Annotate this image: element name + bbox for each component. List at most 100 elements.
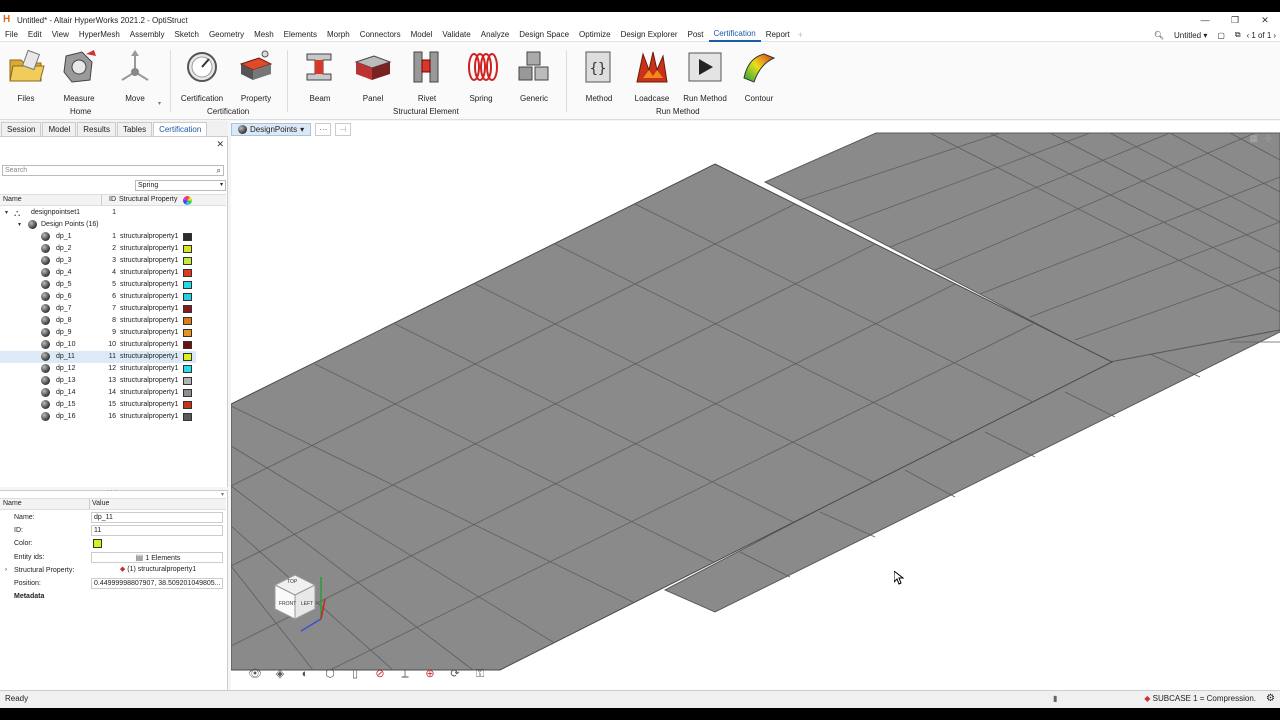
axes-icon[interactable]: ⟂ <box>395 666 415 682</box>
minimize-button[interactable]: — <box>1190 12 1220 28</box>
search-icon[interactable]: 🔍︎ <box>1149 31 1169 40</box>
design-point-row[interactable]: dp_16 16 structuralproperty1 <box>0 411 226 423</box>
design-point-row[interactable]: dp_1 1 structuralproperty1 <box>0 231 226 243</box>
menu-optimize[interactable]: Optimize <box>574 28 616 42</box>
shading-icon[interactable]: ◐ <box>295 666 315 682</box>
tab-results[interactable]: Results <box>77 122 116 136</box>
menu-design-explorer[interactable]: Design Explorer <box>616 28 683 42</box>
run-method-tool[interactable]: Run Method <box>677 48 733 103</box>
tab-session[interactable]: Session <box>1 122 42 136</box>
design-point-color-swatch[interactable] <box>183 413 192 421</box>
design-point-row[interactable]: dp_4 4 structuralproperty1 <box>0 267 226 279</box>
design-point-row[interactable]: dp_8 8 structuralproperty1 <box>0 315 226 327</box>
menu-view[interactable]: View <box>47 28 74 42</box>
prop-position-field[interactable]: 0.44999998807907, 38.509201049805... <box>91 578 223 589</box>
restore-button[interactable]: ❐ <box>1220 12 1250 28</box>
design-point-row[interactable]: dp_10 10 structuralproperty1 <box>0 339 226 351</box>
design-point-color-swatch[interactable] <box>183 233 192 241</box>
design-point-row[interactable]: dp_15 15 structuralproperty1 <box>0 399 226 411</box>
tab-model[interactable]: Model <box>42 122 77 136</box>
search-icon[interactable]: ⌕ <box>217 166 221 175</box>
menu-geometry[interactable]: Geometry <box>204 28 249 42</box>
pin-toolbar-button[interactable]: ⊣ <box>335 122 352 136</box>
prop-structural-property-field[interactable]: ◆ (1) structuralproperty1 <box>91 565 223 576</box>
design-point-row[interactable]: dp_12 12 structuralproperty1 <box>0 363 226 375</box>
tree-root[interactable]: ▾ ⛬ designpointset1 1 <box>0 207 226 219</box>
visibility-eye-icon[interactable]: 👁︎ <box>245 666 265 682</box>
close-button[interactable]: ✕ <box>1250 12 1280 28</box>
menu-edit[interactable]: Edit <box>23 28 47 42</box>
menu-connectors[interactable]: Connectors <box>355 28 406 42</box>
panel-tool[interactable]: Panel <box>345 48 401 103</box>
design-point-color-swatch[interactable] <box>183 245 192 253</box>
design-point-row[interactable]: dp_3 3 structuralproperty1 <box>0 255 226 267</box>
design-point-color-swatch[interactable] <box>183 353 192 361</box>
design-point-color-swatch[interactable] <box>183 317 192 325</box>
menu-report[interactable]: Report <box>761 28 795 42</box>
menu-post[interactable]: Post <box>683 28 709 42</box>
property-tool[interactable]: Property <box>228 48 284 103</box>
tab-tables[interactable]: Tables <box>116 122 153 136</box>
clipboard-icon[interactable]: ▮ <box>1053 691 1057 707</box>
rotate-icon[interactable]: ⟳ <box>445 666 465 682</box>
view-cube-front[interactable]: FRONT <box>279 601 296 607</box>
tab-certification[interactable]: Certification <box>153 122 208 136</box>
rivet-tool[interactable]: Rivet <box>399 48 455 103</box>
menu-model[interactable]: Model <box>406 28 438 42</box>
metadata-section[interactable]: Metadata <box>14 593 44 600</box>
design-point-color-swatch[interactable] <box>183 257 192 265</box>
expand-icon[interactable]: › <box>5 564 7 577</box>
beam-tool[interactable]: Beam <box>292 48 348 103</box>
page-pin-icon[interactable]: ⧉ <box>1230 30 1246 40</box>
menu-morph[interactable]: Morph <box>322 28 355 42</box>
collapse-icon[interactable]: ▾ <box>5 207 8 219</box>
mesh-model[interactable] <box>231 121 1280 700</box>
subcase-status[interactable]: ◆ SUBCASE 1 = Compression. <box>1144 691 1256 707</box>
method-tool[interactable]: {} Method <box>571 48 627 103</box>
menu-certification[interactable]: Certification <box>708 28 761 42</box>
loadcase-tool[interactable]: Loadcase <box>624 48 680 103</box>
design-point-row[interactable]: dp_6 6 structuralproperty1 <box>0 291 226 303</box>
menu-sketch[interactable]: Sketch <box>169 28 203 42</box>
move-dropdown-icon[interactable]: ▾ <box>158 100 161 107</box>
design-point-row[interactable]: dp_14 14 structuralproperty1 <box>0 387 226 399</box>
tree-folder[interactable]: ▾ Design Points (16) <box>0 219 226 231</box>
design-point-color-swatch[interactable] <box>183 389 192 397</box>
color-column-icon[interactable] <box>183 196 192 205</box>
design-point-color-swatch[interactable] <box>183 305 192 313</box>
lock-view-icon[interactable]: ⚿ <box>470 666 490 682</box>
close-panel-icon[interactable]: ✕ <box>216 139 224 150</box>
view-cube-left[interactable]: LEFT <box>301 601 313 607</box>
design-point-color-swatch[interactable] <box>183 281 192 289</box>
menu-hypermesh[interactable]: HyperMesh <box>74 28 125 42</box>
page-next-icon[interactable]: › <box>1272 31 1280 40</box>
certification-tool[interactable]: Certification <box>174 48 230 103</box>
view-cube-top[interactable]: TOP <box>287 579 297 585</box>
contour-tool[interactable]: Contour <box>731 48 787 103</box>
prop-name-field[interactable]: dp_11 <box>91 512 223 523</box>
move-tool[interactable]: Move <box>107 48 163 103</box>
menu-file[interactable]: File <box>0 28 23 42</box>
section-cut-icon[interactable]: ▯ <box>345 666 365 682</box>
design-point-color-swatch[interactable] <box>183 293 192 301</box>
prop-entity-field[interactable]: ▤ 1 Elements <box>91 552 223 563</box>
graphics-viewport[interactable]: TOP LEFT FRONT X Z ▦ ⊹ <box>231 121 1280 700</box>
design-point-row[interactable]: dp_9 9 structuralproperty1 <box>0 327 226 339</box>
expand-view-icon[interactable]: ⊹ <box>1264 133 1272 144</box>
design-points-dropdown[interactable]: DesignPoints ▾ <box>231 122 312 136</box>
view-cube[interactable]: TOP LEFT FRONT X Z <box>271 561 331 639</box>
col-structural-property[interactable]: Structural Property <box>119 195 177 205</box>
design-point-row[interactable]: dp_11 11 structuralproperty1 <box>0 351 196 363</box>
design-point-color-swatch[interactable] <box>183 269 192 277</box>
design-point-row[interactable]: dp_7 7 structuralproperty1 <box>0 303 226 315</box>
measure-tool[interactable]: Measure <box>51 48 107 103</box>
design-point-color-swatch[interactable] <box>183 341 192 349</box>
menu-mesh[interactable]: Mesh <box>249 28 279 42</box>
prop-color-swatch[interactable] <box>93 539 102 548</box>
generic-tool[interactable]: Generic <box>506 48 562 103</box>
session-dropdown[interactable]: Untitled ▾ <box>1169 31 1212 40</box>
menu-analyze[interactable]: Analyze <box>476 28 514 42</box>
add-ribbon-icon[interactable]: + <box>795 30 806 40</box>
more-options-button[interactable]: ··· <box>315 122 332 136</box>
page-layout-icon[interactable]: ▢ <box>1212 31 1230 40</box>
